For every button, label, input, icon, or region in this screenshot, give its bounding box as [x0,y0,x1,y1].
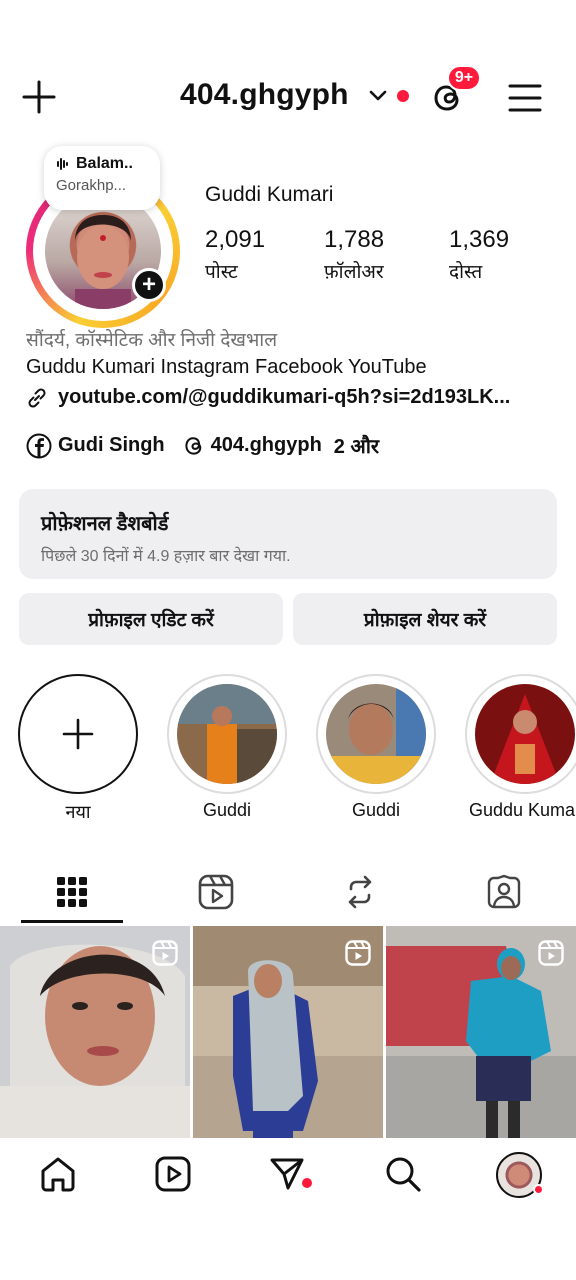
profile-link[interactable]: youtube.com/@guddikumari-q5h?si=2d193LK.… [26,386,510,409]
stat-posts[interactable]: 2,091 पोस्ट [205,226,265,284]
link-icon [26,387,48,409]
highlight-label: Guddi [202,800,252,820]
reel-indicator-icon [345,940,371,966]
nav-search[interactable] [381,1152,425,1196]
stat-posts-value: 2,091 [205,226,266,253]
highlight-item[interactable]: Guddi [167,674,287,821]
profile-bio: Guddu Kumari Instagram Facebook YouTube [26,356,427,378]
professional-dashboard[interactable]: प्रोफ़ेशनल डैशबोर्ड पिछले 30 दिनों में 4… [19,489,557,579]
audio-wave-icon [56,157,70,171]
account-username[interactable]: 404.ghgyph [180,78,349,112]
chevron-down-icon[interactable] [366,84,390,108]
create-plus-icon[interactable] [20,78,58,116]
edit-profile-button[interactable]: प्रोफ़ाइल एडिट करें [19,593,283,645]
home-icon [39,1155,77,1193]
post-thumbnail[interactable] [386,926,576,1138]
post-thumbnail[interactable] [0,926,190,1138]
note-title: Balam.. [76,155,133,172]
direct-notification-dot [302,1178,312,1188]
tab-reposts[interactable] [288,862,432,922]
reel-indicator-icon [538,940,564,966]
account-notification-dot [397,90,409,102]
facebook-link[interactable]: Gudi Singh [26,433,165,459]
threads-small-icon [183,434,205,458]
nav-home[interactable] [36,1152,80,1196]
post-thumbnail[interactable] [193,926,383,1138]
menu-icon[interactable] [507,80,543,116]
tab-grid[interactable] [0,862,144,922]
tagged-person-icon [486,874,522,910]
highlight-label: Guddi [351,800,401,820]
stat-followers-label: फ़ॉलोअर [324,262,384,283]
more-links[interactable]: 2 और [334,432,379,459]
add-story-plus-icon[interactable]: + [132,268,166,302]
active-tab-indicator [21,920,123,923]
stat-posts-label: पोस्ट [205,262,238,283]
highlight-item[interactable]: Guddi [316,674,436,821]
search-icon [384,1155,422,1193]
stat-followers[interactable]: 1,788 फ़ॉलोअर [324,226,384,284]
profile-notification-dot [533,1184,544,1195]
dashboard-title: प्रोफ़ेशनल डैशबोर्ड [41,513,169,535]
nav-direct[interactable] [266,1152,310,1196]
facebook-icon [26,433,52,459]
tab-reels[interactable] [144,862,288,922]
highlight-label: नया [65,802,91,822]
profile-link-text: youtube.com/@guddikumari-q5h?si=2d193LK.… [58,386,511,408]
grid-icon [56,876,88,908]
highlight-cover [177,684,277,784]
note-bubble[interactable]: Balam.. Gorakhp... [44,146,160,210]
nav-reels[interactable] [151,1152,195,1196]
stat-friends-value: 1,369 [449,226,510,253]
tab-tagged[interactable] [432,862,576,922]
stat-followers-value: 1,788 [324,226,385,253]
profile-category: सौंदर्य, कॉस्मेटिक और निजी देखभाल [26,330,278,351]
note-subtitle: Gorakhp... [56,177,127,194]
threads-link[interactable]: 404.ghgyph [183,434,322,458]
threads-badge: 9+ [447,65,481,91]
social-links: Gudi Singh 404.ghgyph 2 और [26,432,379,459]
highlight-cover [475,684,575,784]
highlight-label: Guddu Kumar [468,800,576,820]
reels-play-icon [154,1155,192,1193]
highlight-item[interactable]: Guddu Kumar [465,674,576,821]
stat-friends[interactable]: 1,369 दोस्त [449,226,509,284]
highlight-cover [326,684,426,784]
bottom-navigation [0,1138,576,1210]
highlight-new[interactable]: नया [18,674,138,824]
reel-indicator-icon [152,940,178,966]
repost-icon [343,875,377,909]
plus-icon [61,717,95,751]
dashboard-subtitle: पिछले 30 दिनों में 4.9 हज़ार बार देखा गय… [41,548,291,565]
top-bar: 404.ghgyph [0,60,576,132]
stat-friends-label: दोस्त [449,262,483,283]
facebook-name: Gudi Singh [58,434,165,456]
profile-full-name: Guddi Kumari [205,183,334,206]
share-profile-button[interactable]: प्रोफ़ाइल शेयर करें [293,593,557,645]
reels-icon [198,874,234,910]
direct-send-icon [268,1154,308,1194]
threads-handle: 404.ghgyph [210,434,322,456]
